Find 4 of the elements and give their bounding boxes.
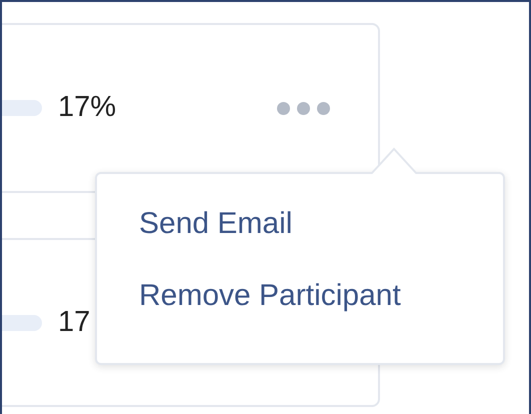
- percent-text: 17: [58, 304, 90, 340]
- menu-item[interactable]: Send Email: [139, 206, 503, 242]
- menu-item[interactable]: Remove Participant: [139, 278, 503, 314]
- percent-text: 17%: [58, 90, 116, 126]
